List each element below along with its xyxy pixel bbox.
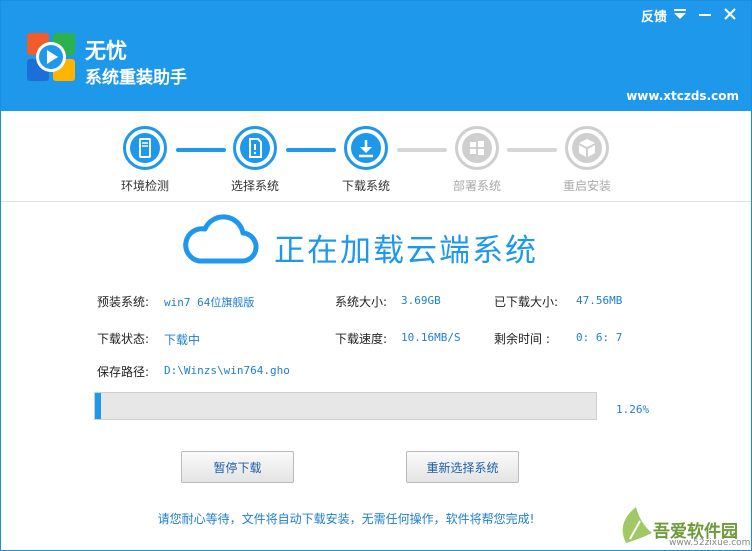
remaining-time-value: 0: 6: 7 <box>576 331 623 344</box>
step-label: 重启安装 <box>562 179 611 193</box>
save-path-value: D:\Winzs\win764.gho <box>164 364 290 377</box>
remaining-time-label: 剩余时间 : <box>494 332 550 346</box>
package-box-icon <box>579 139 595 157</box>
title-bar: 无忧 系统重装助手 反馈 www.xtczds.com <box>1 1 751 111</box>
cloud-icon <box>183 214 259 264</box>
progress-percent: 1.26% <box>616 403 650 416</box>
step-download-system: 下载系统 <box>316 126 416 194</box>
download-icon <box>359 140 373 158</box>
preinstall-label: 预装系统: <box>97 295 150 309</box>
download-state-label: 下载状态: <box>97 332 150 346</box>
step-label: 环境检测 <box>120 179 169 193</box>
watermark-url: www.52zixue.com <box>669 538 751 548</box>
feedback-button[interactable]: 反馈 <box>641 6 667 25</box>
app-window: 无忧 系统重装助手 反馈 www.xtczds.com 环境检测 选择系统 下载… <box>0 0 752 551</box>
download-progress-bar <box>94 392 597 420</box>
brand-name: 无忧 <box>85 39 127 63</box>
downloaded-size-label: 已下载大小: <box>494 295 559 309</box>
download-speed-value: 10.16MB/S <box>401 331 461 344</box>
save-path-label: 保存路径: <box>97 365 150 379</box>
step-label: 下载系统 <box>341 179 390 193</box>
menu-dropdown-icon[interactable] <box>673 6 687 22</box>
system-size-label: 系统大小: <box>335 295 388 309</box>
reselect-system-button[interactable]: 重新选择系统 <box>406 451 519 483</box>
brand-subtitle: 系统重装助手 <box>85 68 187 88</box>
step-restart-install: 重启安装 <box>537 126 637 194</box>
step-environment-check: 环境检测 <box>95 126 195 194</box>
step-deploy-system: 部署系统 <box>427 126 527 194</box>
progress-fill <box>95 393 102 419</box>
document-alert-icon <box>249 138 262 158</box>
step-progress: 环境检测 选择系统 下载系统 部署系统 重启安装 <box>1 111 751 202</box>
download-state-value: 下载中 <box>164 333 201 347</box>
computer-tower-icon <box>139 138 151 158</box>
step-label: 选择系统 <box>230 179 279 193</box>
step-select-system: 选择系统 <box>205 126 305 194</box>
step-label: 部署系统 <box>452 179 501 193</box>
app-logo-icon <box>27 33 75 81</box>
system-size-value: 3.69GB <box>401 294 441 307</box>
minimize-icon[interactable] <box>698 6 712 22</box>
pause-download-button[interactable]: 暂停下载 <box>181 451 294 483</box>
status-headline: 正在加载云端系统 <box>274 233 538 269</box>
downloaded-size-value: 47.56MB <box>576 294 623 307</box>
download-speed-label: 下载速度: <box>335 332 388 346</box>
windows-logo-icon <box>470 141 484 155</box>
close-icon[interactable] <box>722 6 738 22</box>
preinstall-value: win7 64位旗舰版 <box>164 296 255 309</box>
website-link[interactable]: www.xtczds.com <box>626 89 739 103</box>
wait-notice: 请您耐心等待，文件将自动下载安装，无需任何操作，软件将帮您完成! <box>157 512 535 526</box>
